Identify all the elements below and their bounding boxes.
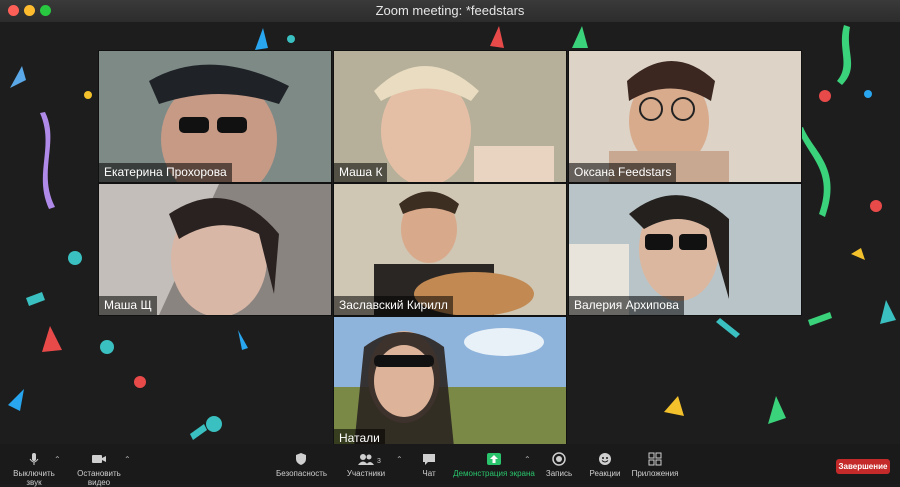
record-icon <box>552 452 566 466</box>
audio-options-caret[interactable]: ⌃ <box>54 455 61 464</box>
microphone-icon <box>29 453 39 465</box>
participant-name: Заславский Кирилл <box>334 296 453 315</box>
meeting-toolbar: Выключить звук ⌃ Остановить видео ⌃ Безо… <box>0 444 900 487</box>
window-title: Zoom meeting: *feedstars <box>375 3 525 18</box>
smiley-icon <box>599 453 611 465</box>
security-label: Безопасность <box>276 469 328 478</box>
participants-count: 3 <box>377 458 381 465</box>
end-meeting-button[interactable]: Завершение <box>836 459 890 474</box>
chat-label: Чат <box>422 469 436 478</box>
participants-button[interactable]: Участники <box>346 450 386 482</box>
video-tile[interactable]: Маша Щ <box>98 183 332 316</box>
participant-name: Натали <box>334 429 385 444</box>
share-options-caret[interactable]: ⌃ <box>524 455 531 464</box>
video-tile[interactable]: Натали <box>333 316 567 444</box>
security-button[interactable]: Безопасность <box>276 450 328 482</box>
video-camera-icon <box>92 455 106 463</box>
participant-video <box>334 317 566 444</box>
record-label: Запись <box>545 469 573 478</box>
video-options-caret[interactable]: ⌃ <box>124 455 131 464</box>
video-tile[interactable]: Заславский Кирилл <box>333 183 567 316</box>
participants-icon <box>358 454 374 465</box>
apps-label: Приложения <box>631 469 679 478</box>
video-gallery: Екатерина Прохорова Маша К Оксана Feedst… <box>0 22 900 444</box>
video-tile[interactable]: Валерия Архипова <box>568 183 802 316</box>
shield-icon <box>296 453 306 465</box>
window-titlebar: Zoom meeting: *feedstars <box>0 0 900 23</box>
participant-name: Маша К <box>334 163 388 182</box>
chat-button[interactable]: Чат <box>418 450 440 482</box>
share-label: Демонстрация экрана <box>453 469 535 478</box>
video-tile[interactable]: Оксана Feedstars <box>568 50 802 183</box>
participants-options-caret[interactable]: ⌃ <box>396 455 403 464</box>
reactions-button[interactable]: Реакции <box>588 450 622 482</box>
stop-video-button[interactable]: Остановить видео <box>66 450 132 487</box>
mute-label: Выключить звук <box>13 469 55 487</box>
participant-name: Валерия Архипова <box>569 296 684 315</box>
record-button[interactable]: Запись <box>544 450 574 482</box>
video-tile[interactable]: Екатерина Прохорова <box>98 50 332 183</box>
participant-name: Маша Щ <box>99 296 157 315</box>
participant-name: Екатерина Прохорова <box>99 163 232 182</box>
participants-label: Участники <box>346 469 386 478</box>
apps-grid-icon <box>648 452 662 466</box>
participant-name: Оксана Feedstars <box>569 163 677 182</box>
share-screen-icon <box>487 453 501 465</box>
apps-button[interactable]: Приложения <box>630 450 680 482</box>
reactions-label: Реакции <box>589 469 621 478</box>
video-tile[interactable]: Маша К <box>333 50 567 183</box>
video-label: Остановить видео <box>77 469 121 487</box>
chat-bubble-icon <box>423 454 435 465</box>
